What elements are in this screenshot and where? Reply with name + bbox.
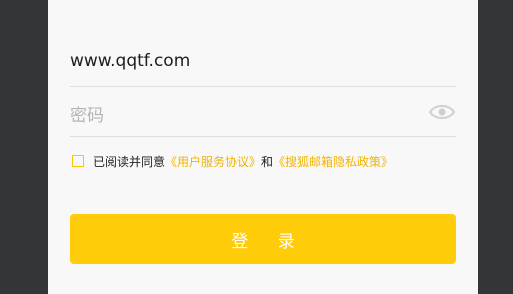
privacy-policy-link[interactable]: 《搜狐邮箱隐私政策》 xyxy=(273,153,393,170)
checkbox-icon[interactable] xyxy=(72,155,84,167)
account-field[interactable]: www.qqtf.com xyxy=(70,38,456,87)
password-input-placeholder[interactable]: 密码 xyxy=(70,101,104,126)
user-agreement-link[interactable]: 《用户服务协议》 xyxy=(165,153,261,170)
agreement-prefix: 已阅读并同意 xyxy=(93,154,166,169)
login-button[interactable]: 登 录 xyxy=(70,214,456,264)
account-input-value[interactable]: www.qqtf.com xyxy=(70,51,190,71)
password-field[interactable]: 密码 xyxy=(70,88,456,137)
login-panel: www.qqtf.com 密码 已阅读并同意 《用户服务协议》 和 《搜狐邮箱隐… xyxy=(48,0,478,294)
agreement-row: 已阅读并同意 《用户服务协议》 和 《搜狐邮箱隐私政策》 xyxy=(72,152,393,170)
agreement-conjunction: 和 xyxy=(261,154,274,169)
eye-icon[interactable] xyxy=(428,101,456,123)
